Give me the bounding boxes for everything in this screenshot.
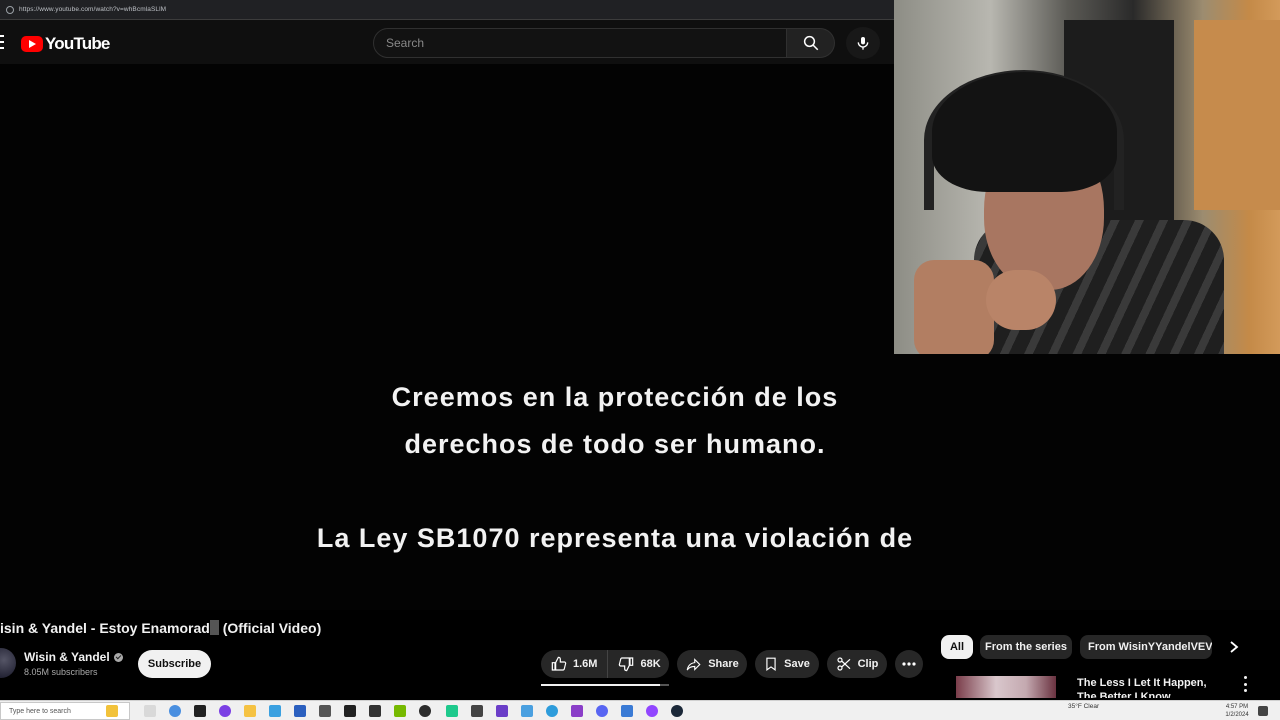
youtube-play-icon xyxy=(21,36,43,52)
app-icon[interactable] xyxy=(294,705,306,717)
video-title-text: isin & Yandel - Estoy Enamorad xyxy=(0,620,210,636)
chrome-icon[interactable] xyxy=(419,705,431,717)
discord-icon[interactable] xyxy=(596,705,608,717)
thumbs-down-icon xyxy=(619,657,634,672)
steam-icon[interactable] xyxy=(671,705,683,717)
webcam-overlay xyxy=(894,0,1280,354)
screen: https://www.youtube.com/watch?v=whBcmlaS… xyxy=(0,0,1280,720)
chip-from-the-series[interactable]: From the series xyxy=(980,635,1072,659)
hamburger-menu-icon[interactable] xyxy=(0,35,4,49)
nvidia-icon[interactable] xyxy=(394,705,406,717)
app-icon[interactable] xyxy=(571,705,583,717)
clock-date: 1/2/2024 xyxy=(1225,712,1249,718)
dislike-button[interactable]: 68K xyxy=(608,650,670,678)
like-count: 1.6M xyxy=(573,658,598,670)
youtube-header: YouTube xyxy=(0,20,894,64)
share-button[interactable]: Share xyxy=(677,650,747,678)
app-icon[interactable] xyxy=(471,705,483,717)
url-text[interactable]: https://www.youtube.com/watch?v=whBcmlaS… xyxy=(19,6,166,13)
clip-button[interactable]: Clip xyxy=(827,650,887,678)
app-icon[interactable] xyxy=(621,705,633,717)
app-icon[interactable] xyxy=(269,705,281,717)
app-icon[interactable] xyxy=(219,705,231,717)
taskbar-clock[interactable]: 4:57 PM 1/2/2024 xyxy=(1222,703,1252,719)
verified-icon xyxy=(113,652,123,662)
more-horizontal-icon xyxy=(902,662,916,666)
youtube-logo[interactable]: YouTube xyxy=(21,34,110,54)
subscribe-button[interactable]: Subscribe xyxy=(138,650,211,678)
video-title: isin & Yandel - Estoy Enamorad (Official… xyxy=(0,620,321,636)
task-view-icon[interactable] xyxy=(144,705,156,717)
thumbs-up-icon xyxy=(551,656,567,671)
site-info-icon[interactable] xyxy=(6,5,14,14)
search-box[interactable] xyxy=(373,28,787,58)
weather-text[interactable]: 35°F Clear xyxy=(1068,703,1099,710)
scissors-icon xyxy=(837,657,851,671)
clip-label: Clip xyxy=(857,658,879,670)
channel-avatar[interactable] xyxy=(0,648,16,678)
app-icon[interactable] xyxy=(344,705,356,717)
text-cursor xyxy=(209,620,219,635)
windows-taskbar: Type here to search 35°F Clear 4:57 PM 1… xyxy=(0,700,1280,720)
taskbar-search-placeholder: Type here to search xyxy=(9,707,71,715)
twitch-icon[interactable] xyxy=(646,705,658,717)
video-caption-line: La Ley SB1070 representa una violación d… xyxy=(316,523,914,553)
app-icon[interactable] xyxy=(496,705,508,717)
bookmark-icon xyxy=(766,657,776,671)
share-label: Share xyxy=(708,658,739,670)
chevron-right-icon xyxy=(1230,641,1239,653)
app-icon[interactable] xyxy=(319,705,331,717)
app-icon[interactable] xyxy=(194,705,206,717)
notifications-icon[interactable] xyxy=(1258,706,1268,716)
clock-time: 4:57 PM xyxy=(1225,704,1249,710)
search-input[interactable] xyxy=(386,36,786,50)
microphone-icon xyxy=(857,37,869,50)
browser-address-bar[interactable]: https://www.youtube.com/watch?v=whBcmlaS… xyxy=(0,0,894,20)
like-button[interactable]: 1.6M xyxy=(541,650,609,678)
chip-all[interactable]: All xyxy=(941,635,973,659)
like-dislike-group: 1.6M 68K xyxy=(541,650,669,678)
more-actions-button[interactable] xyxy=(895,650,923,678)
channel-name-text[interactable]: Wisin & Yandel xyxy=(24,650,110,664)
chip-from-channel[interactable]: From WisinYYandelVEVO xyxy=(1080,635,1212,659)
edge-icon[interactable] xyxy=(169,705,181,717)
sparkle-icon[interactable] xyxy=(106,705,118,717)
file-explorer-icon[interactable] xyxy=(244,705,256,717)
subscriber-count: 8.05M subscribers xyxy=(24,667,98,677)
recommended-video-menu-icon[interactable] xyxy=(1240,676,1250,692)
search-button[interactable] xyxy=(787,28,835,58)
app-icon[interactable] xyxy=(521,705,533,717)
search-icon xyxy=(803,35,818,51)
like-ratio-fill xyxy=(541,684,661,686)
share-icon xyxy=(686,657,701,671)
save-button[interactable]: Save xyxy=(755,650,819,678)
video-caption-line: derechos de todo ser humano. xyxy=(404,429,826,459)
app-icon[interactable] xyxy=(446,705,458,717)
dislike-count: 68K xyxy=(640,658,661,670)
app-icon[interactable] xyxy=(369,705,381,717)
youtube-logo-text: YouTube xyxy=(45,34,110,53)
chips-next-button[interactable] xyxy=(1222,635,1246,659)
recommended-video-title[interactable]: The Less I Let It Happen, The Better I K… xyxy=(1077,676,1227,698)
save-label: Save xyxy=(784,658,810,670)
channel-name[interactable]: Wisin & Yandel xyxy=(24,650,123,664)
like-ratio-bar xyxy=(541,684,669,686)
app-icon[interactable] xyxy=(546,705,558,717)
voice-search-button[interactable] xyxy=(846,27,880,59)
recommended-video-thumbnail[interactable] xyxy=(956,676,1056,698)
video-title-suffix: (Official Video) xyxy=(218,620,322,636)
video-caption-line: Creemos en la protección de los xyxy=(391,382,839,412)
